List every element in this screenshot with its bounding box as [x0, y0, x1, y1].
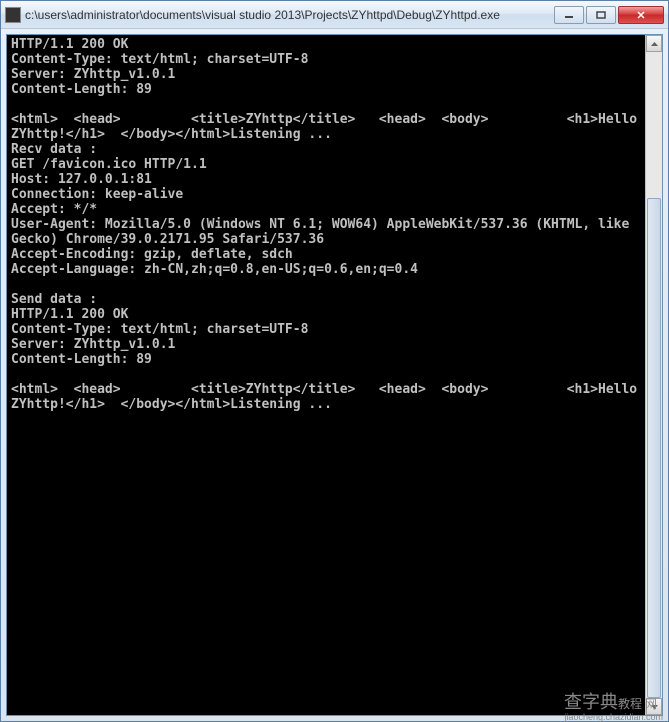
app-icon	[5, 7, 21, 23]
window-title: c:\users\administrator\documents\visual …	[25, 8, 552, 22]
console-frame: HTTP/1.1 200 OK Content-Type: text/html;…	[6, 34, 663, 716]
chevron-up-icon	[651, 42, 658, 46]
vertical-scrollbar[interactable]	[645, 35, 662, 715]
scroll-down-button[interactable]	[646, 698, 662, 715]
scroll-track[interactable]	[646, 52, 662, 698]
maximize-icon	[596, 11, 606, 19]
close-icon	[636, 11, 646, 19]
maximize-button[interactable]	[586, 6, 616, 24]
console-output[interactable]: HTTP/1.1 200 OK Content-Type: text/html;…	[7, 35, 645, 715]
window-controls	[552, 6, 664, 24]
scroll-thumb[interactable]	[647, 198, 661, 698]
chevron-down-icon	[651, 705, 658, 709]
scroll-up-button[interactable]	[646, 35, 662, 52]
minimize-button[interactable]	[554, 6, 584, 24]
minimize-icon	[564, 11, 574, 19]
window-frame: c:\users\administrator\documents\visual …	[0, 0, 669, 722]
close-button[interactable]	[618, 6, 664, 24]
titlebar[interactable]: c:\users\administrator\documents\visual …	[1, 1, 668, 29]
